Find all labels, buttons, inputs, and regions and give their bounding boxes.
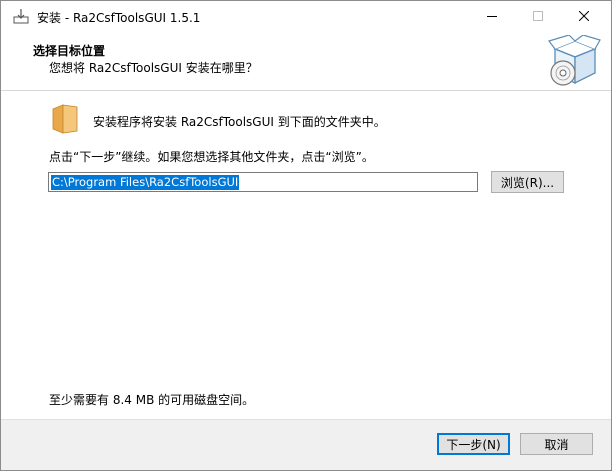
cancel-button[interactable]: 取消 (520, 433, 593, 455)
installer-icon (13, 8, 29, 24)
wizard-header: 选择目标位置 您想将 Ra2CsfToolsGUI 安装在哪里？ (1, 31, 611, 91)
intro-text: 安装程序将安装 Ra2CsfToolsGUI 到下面的文件夹中。 (93, 115, 386, 129)
folder-icon (51, 103, 79, 135)
setup-box-icon (545, 34, 601, 89)
window-title: 安装 - Ra2CsfToolsGUI 1.5.1 (37, 11, 201, 25)
close-icon (579, 11, 589, 21)
close-button[interactable] (561, 1, 607, 31)
installer-window: 安装 - Ra2CsfToolsGUI 1.5.1 选择目标位置 您想将 Ra2… (0, 0, 612, 471)
destination-path-input[interactable]: C:\Program Files\Ra2CsfToolsGUI (48, 172, 478, 192)
browse-button[interactable]: 浏览(R)... (491, 171, 564, 193)
maximize-button (515, 1, 561, 31)
minimize-button[interactable] (469, 1, 515, 31)
wizard-footer: 下一步(N) 取消 (1, 419, 611, 470)
page-subtitle: 您想将 Ra2CsfToolsGUI 安装在哪里？ (49, 61, 258, 75)
wizard-content: 安装程序将安装 Ra2CsfToolsGUI 到下面的文件夹中。 点击“下一步”… (1, 91, 611, 419)
maximize-icon (533, 11, 543, 21)
page-title: 选择目标位置 (33, 44, 106, 58)
minimize-icon (487, 16, 497, 17)
next-button[interactable]: 下一步(N) (437, 433, 510, 455)
instruction-text: 点击“下一步”继续。如果您想选择其他文件夹，点击“浏览”。 (49, 150, 374, 164)
title-bar[interactable]: 安装 - Ra2CsfToolsGUI 1.5.1 (1, 1, 611, 31)
disk-space-text: 至少需要有 8.4 MB 的可用磁盘空间。 (49, 393, 255, 407)
destination-path-value: C:\Program Files\Ra2CsfToolsGUI (51, 174, 240, 190)
